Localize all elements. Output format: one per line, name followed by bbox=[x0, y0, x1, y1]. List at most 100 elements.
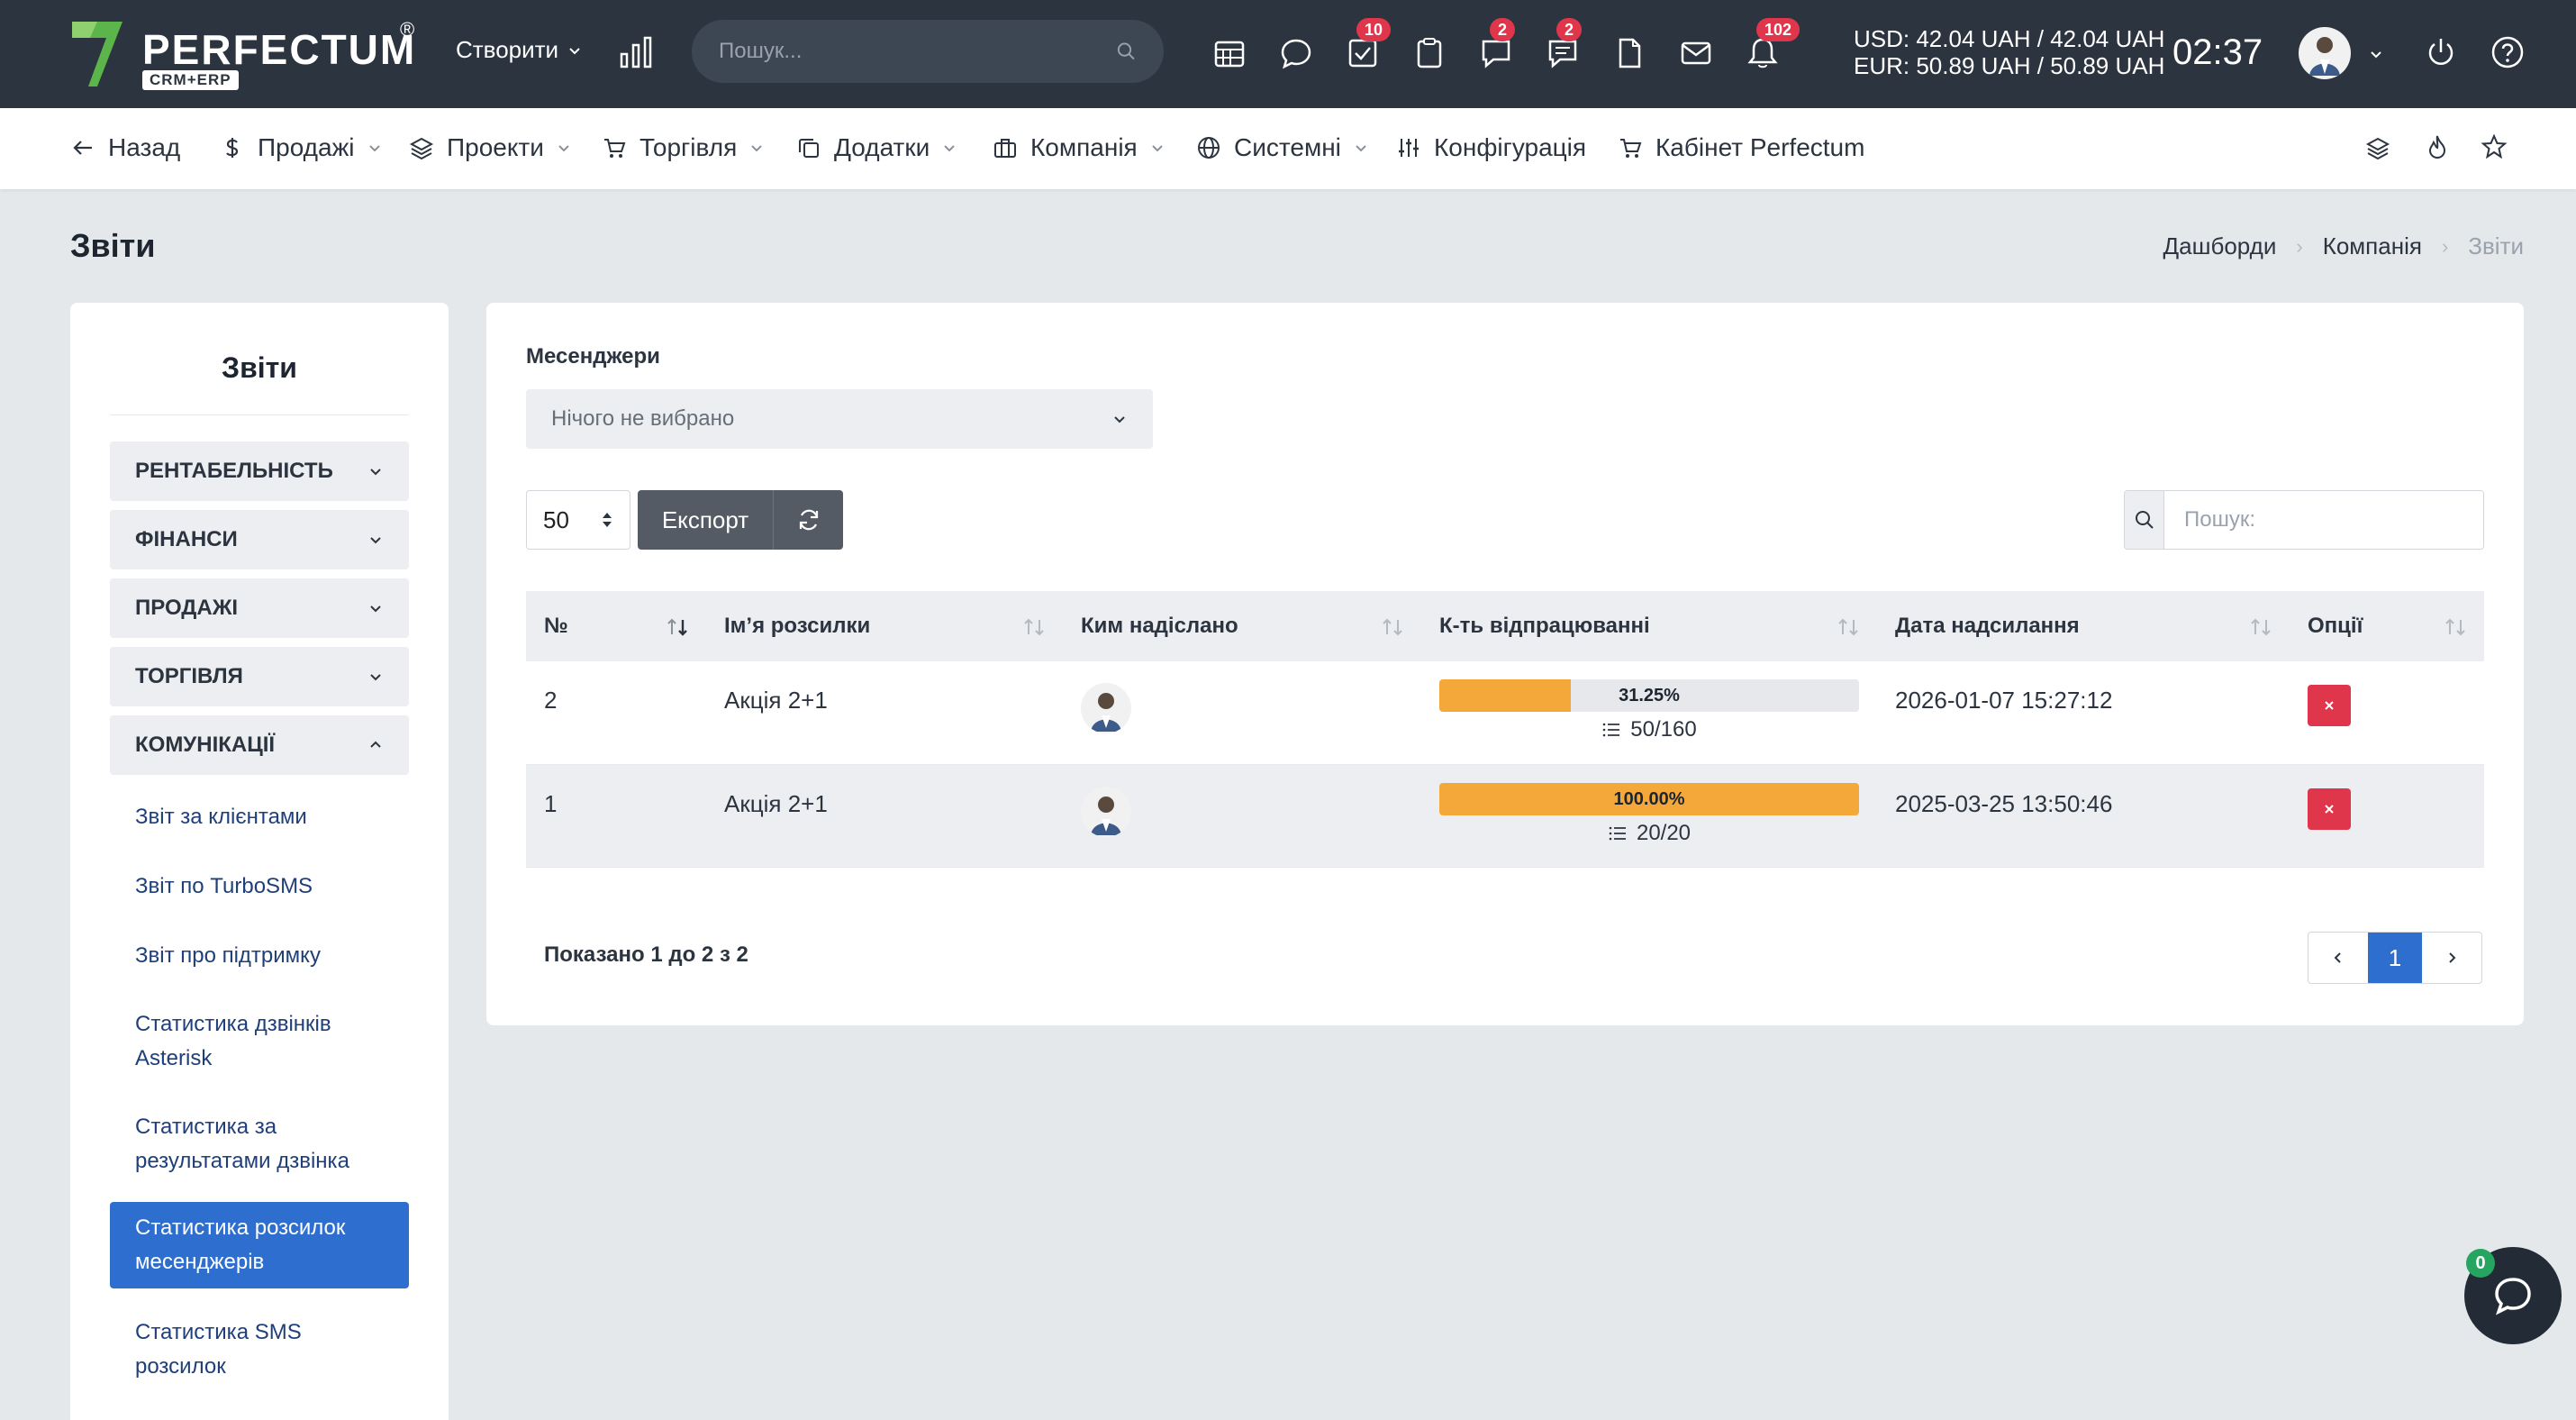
help-icon[interactable] bbox=[2490, 34, 2526, 70]
pagination: 1 bbox=[2308, 932, 2482, 984]
delete-button[interactable] bbox=[2308, 787, 2351, 830]
sidebar-item-call-results-stats[interactable]: Статистика за результатами дзвінка bbox=[110, 1101, 409, 1188]
col-sender[interactable]: Ким надіслано bbox=[1063, 591, 1421, 661]
mail-icon[interactable] bbox=[1677, 34, 1715, 72]
processed-count-value: 20/20 bbox=[1636, 820, 1692, 845]
nav-system[interactable]: Системні bbox=[1196, 133, 1368, 162]
chevron-down-icon bbox=[1152, 145, 1163, 152]
nav-config[interactable]: Конфігурація bbox=[1396, 133, 1586, 162]
star-icon[interactable] bbox=[2481, 133, 2508, 160]
search-icon bbox=[1118, 42, 1135, 60]
notes-badge: 2 bbox=[1556, 18, 1583, 41]
document-icon[interactable] bbox=[1610, 34, 1648, 72]
sidebar-title: Звіти bbox=[222, 351, 297, 384]
nav-addons-label: Додатки bbox=[834, 133, 930, 161]
col-name[interactable]: Ім’я розсилки bbox=[706, 591, 1063, 661]
chat-bubble-icon bbox=[2495, 1278, 2531, 1315]
create-menu[interactable]: Створити bbox=[456, 36, 582, 64]
col-date[interactable]: Дата надсилання bbox=[1877, 591, 2290, 661]
sidebar-item-turbosms-report[interactable]: Звіт по TurboSMS bbox=[110, 860, 409, 913]
progress-bar: 100.00% bbox=[1439, 782, 1859, 815]
nav-addons[interactable]: Додатки bbox=[796, 133, 957, 162]
sidebar-item-asterisk-stats[interactable]: Статистика дзвінків Asterisk bbox=[110, 998, 409, 1085]
user-photo-icon bbox=[2309, 37, 2340, 76]
pagination-prev[interactable] bbox=[2308, 933, 2368, 983]
page-length-value: 50 bbox=[543, 505, 569, 533]
breadcrumb-company[interactable]: Компанія bbox=[2323, 232, 2422, 260]
export-button[interactable]: Експорт bbox=[638, 490, 773, 550]
sidebar-section-trade[interactable]: ТОРГІВЛЯ bbox=[110, 647, 409, 706]
sidebar-section-sales[interactable]: ПРОДАЖІ bbox=[110, 578, 409, 638]
sidebar-section-finance[interactable]: ФІНАНСИ bbox=[110, 510, 409, 569]
cell-options bbox=[2290, 661, 2484, 765]
chevron-left-icon bbox=[2334, 952, 2341, 963]
refresh-button[interactable] bbox=[773, 490, 843, 550]
notes-icon[interactable]: 2 bbox=[1544, 18, 1583, 72]
sender-avatar[interactable] bbox=[1081, 786, 1131, 837]
logo-mark-icon bbox=[72, 22, 122, 86]
sidebar-item-messenger-stats[interactable]: Статистика розсилок месенджерів bbox=[110, 1202, 409, 1288]
page-length-select[interactable]: 50 bbox=[526, 490, 630, 550]
table-search[interactable] bbox=[2124, 490, 2484, 550]
power-icon[interactable] bbox=[2423, 34, 2459, 70]
sidebar-item-sms-stats[interactable]: Статистика SMS розсилок bbox=[110, 1306, 409, 1393]
refresh-icon bbox=[799, 509, 818, 531]
sender-avatar[interactable] bbox=[1081, 683, 1131, 733]
nav-cabinet-label: Кабінет Perfectum bbox=[1655, 133, 1865, 161]
global-search[interactable] bbox=[692, 20, 1164, 83]
sort-updown-icon bbox=[603, 513, 612, 527]
nav-back[interactable]: Назад bbox=[70, 133, 180, 162]
nav-trade[interactable]: Торгівля bbox=[602, 133, 764, 162]
sidebar-section-label: РЕНТАБЕЛЬНІСТЬ bbox=[135, 459, 333, 483]
currency-rates: USD: 42.04 UAH / 42.04 UAH EUR: 50.89 UA… bbox=[1854, 25, 2164, 79]
search-icon bbox=[2125, 491, 2164, 549]
layers-icon[interactable] bbox=[2365, 135, 2390, 160]
delete-button[interactable] bbox=[2308, 685, 2351, 726]
global-search-input[interactable] bbox=[719, 39, 1117, 64]
cell-processed: 100.00% 20/20 bbox=[1421, 764, 1877, 868]
comments-icon[interactable]: 2 bbox=[1477, 18, 1516, 72]
col-options[interactable]: Опції bbox=[2290, 591, 2484, 661]
messengers-select[interactable]: Нічого не вибрано bbox=[526, 389, 1153, 449]
sidebar-section-communications[interactable]: КОМУНІКАЦІЇ bbox=[110, 715, 409, 775]
table-search-input[interactable] bbox=[2164, 491, 2483, 549]
sliders-icon bbox=[1399, 139, 1419, 157]
user-menu-chevron-icon[interactable] bbox=[2369, 47, 2383, 61]
fire-icon[interactable] bbox=[2425, 133, 2450, 160]
cell-number: 1 bbox=[526, 764, 706, 868]
table-row: 2 Акція 2+1 31.25% 50/160 2026-01-07 15:… bbox=[526, 661, 2484, 765]
close-icon bbox=[2325, 804, 2334, 814]
breadcrumb-dashboards[interactable]: Дашборди bbox=[2163, 232, 2277, 260]
sidebar-item-clients-report[interactable]: Звіт за клієнтами bbox=[110, 791, 409, 843]
pagination-next[interactable] bbox=[2422, 933, 2481, 983]
col-number[interactable]: № bbox=[526, 591, 706, 661]
bell-icon[interactable]: 102 bbox=[1744, 18, 1800, 72]
nav-system-label: Системні bbox=[1234, 133, 1341, 161]
table-info: Показано 1 до 2 з 2 bbox=[544, 942, 748, 967]
sort-icon bbox=[1024, 618, 1044, 636]
calendar-icon[interactable] bbox=[1211, 34, 1248, 72]
nav-cabinet[interactable]: Кабінет Perfectum bbox=[1618, 133, 1864, 162]
nav-projects[interactable]: Проекти bbox=[409, 133, 571, 162]
sidebar-item-support-report[interactable]: Звіт про підтримку bbox=[110, 930, 409, 982]
chevron-down-icon bbox=[944, 145, 955, 152]
pagination-page[interactable]: 1 bbox=[2368, 933, 2422, 983]
create-label: Створити bbox=[456, 36, 559, 63]
bar-chart-icon[interactable] bbox=[618, 34, 654, 70]
clipboard-icon[interactable] bbox=[1410, 34, 1448, 72]
user-photo-icon bbox=[1091, 796, 1121, 835]
list-icon bbox=[1602, 723, 1620, 737]
page-title: Звіти bbox=[70, 227, 156, 264]
brand-logo[interactable]: PERFECTUM ® CRM+ERP bbox=[70, 18, 422, 90]
chat-icon[interactable] bbox=[1277, 34, 1315, 72]
arrow-left-icon bbox=[73, 141, 92, 155]
cell-name: Акція 2+1 bbox=[706, 661, 1063, 765]
col-processed[interactable]: К-ть відпрацюванні bbox=[1421, 591, 1877, 661]
currency-usd: USD: 42.04 UAH / 42.04 UAH bbox=[1854, 25, 2165, 52]
tasks-icon[interactable]: 10 bbox=[1344, 18, 1392, 72]
processed-count-value: 50/160 bbox=[1630, 717, 1697, 742]
nav-company[interactable]: Компанія bbox=[993, 133, 1165, 162]
user-avatar[interactable] bbox=[2299, 27, 2351, 79]
sidebar-section-profitability[interactable]: РЕНТАБЕЛЬНІСТЬ bbox=[110, 441, 409, 501]
nav-sales[interactable]: Продажі bbox=[220, 133, 382, 162]
